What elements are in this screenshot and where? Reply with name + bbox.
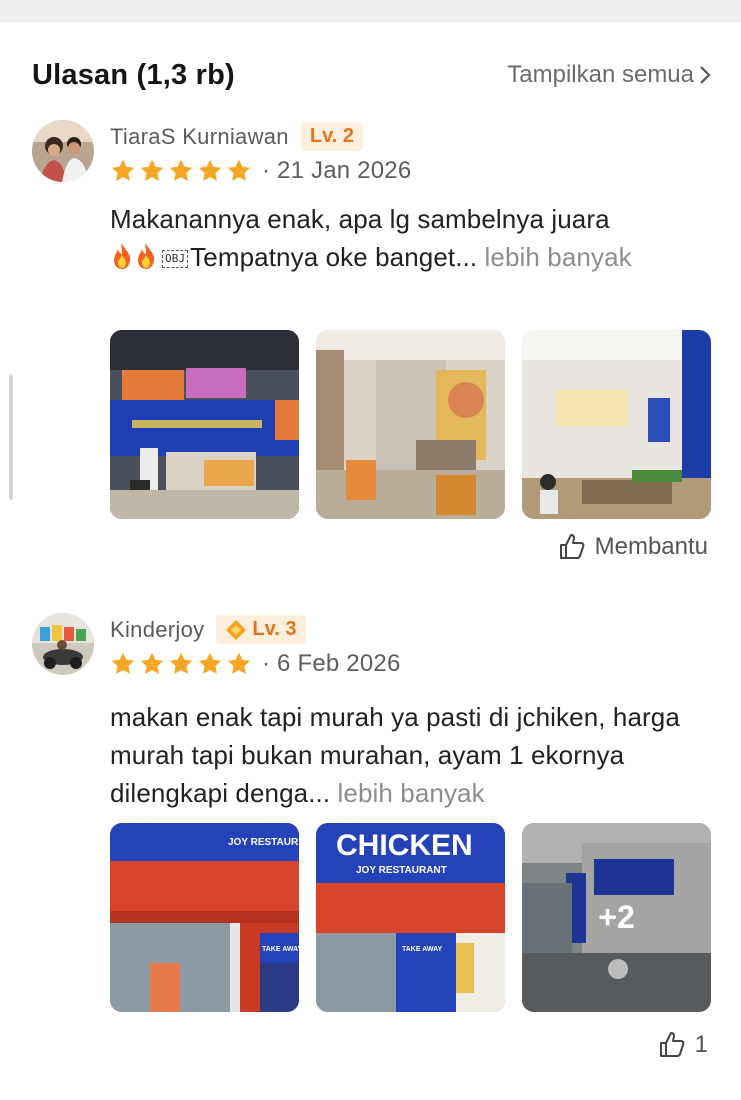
level-label: Lv. 2: [309, 125, 354, 147]
photo-sign-text: TAKE AWAY: [402, 946, 443, 953]
helpful-label: Membantu: [594, 533, 708, 560]
review-card: Kinderjoy Lv. 3 · 6 Feb 2026 makan enak …: [32, 613, 712, 1073]
review-photos: [110, 330, 711, 519]
star-icon: [198, 652, 222, 674]
fire-icon: [138, 243, 155, 269]
review-date: · 21 Jan 2026: [262, 157, 412, 184]
star-rating: [110, 651, 252, 677]
user-name[interactable]: TiaraS Kurniawan: [110, 124, 289, 150]
star-rating: [110, 158, 252, 184]
review-card: TiaraS Kurniawan Lv. 2 · 21 Jan 2026 Mak…: [32, 120, 712, 580]
review-photos: JOY RESTAURANT TAKE AWAY CHICKEN JOY RES…: [110, 823, 711, 1012]
level-badge: Lv. 2: [300, 122, 363, 151]
star-icon: [227, 159, 251, 181]
reviews-header: Ulasan (1,3 rb) Tampilkan semua: [32, 50, 712, 100]
user-name[interactable]: Kinderjoy: [110, 617, 204, 643]
see-all-button[interactable]: Tampilkan semua: [507, 61, 712, 89]
review-text: Makanannya enak, apa lg sambelnya juara …: [110, 200, 716, 276]
photo-sign-text: JOY RESTAURANT: [228, 837, 299, 848]
photo-sign-text: TAKE AWAY: [262, 946, 299, 953]
see-all-label: Tampilkan semua: [507, 61, 694, 88]
star-icon: [140, 159, 164, 181]
helpful-button[interactable]: 1: [657, 1030, 708, 1060]
star-icon: [169, 159, 193, 181]
star-icon: [198, 159, 222, 181]
review-date: · 6 Feb 2026: [262, 650, 401, 677]
helpful-count: 1: [694, 1031, 708, 1058]
avatar[interactable]: [32, 120, 94, 182]
star-icon: [111, 159, 135, 181]
review-text-part: Tempatnya oke banget...: [190, 242, 478, 272]
diamond-icon: [226, 619, 247, 640]
read-more-link[interactable]: lebih banyak: [338, 778, 485, 808]
review-photo[interactable]: +2: [522, 823, 711, 1012]
review-photo[interactable]: [522, 330, 711, 519]
review-text-part: Makanannya enak, apa lg sambelnya juara: [110, 204, 610, 234]
review-text: makan enak tapi murah ya pasti di jchike…: [110, 698, 716, 812]
star-icon: [111, 652, 135, 674]
review-photo[interactable]: [316, 330, 505, 519]
review-photo[interactable]: JOY RESTAURANT TAKE AWAY: [110, 823, 299, 1012]
object-replacement-char: OBJ: [162, 250, 189, 268]
reviews-title: Ulasan (1,3 rb): [32, 58, 235, 91]
review-user-row: Kinderjoy Lv. 3: [110, 615, 306, 644]
review-user-row: TiaraS Kurniawan Lv. 2: [110, 122, 363, 151]
more-photos-overlay[interactable]: +2: [522, 823, 711, 1012]
fire-icon: [114, 243, 131, 269]
review-photo[interactable]: CHICKEN JOY RESTAURANT TAKE AWAY: [316, 823, 505, 1012]
scroll-indicator[interactable]: [9, 375, 13, 500]
star-icon: [227, 652, 251, 674]
read-more-link[interactable]: lebih banyak: [485, 242, 632, 272]
level-badge: Lv. 3: [216, 615, 306, 644]
photo-sign-text: JOY RESTAURANT: [356, 865, 447, 876]
star-icon: [169, 652, 193, 674]
photo-sign-text: CHICKEN: [336, 829, 473, 862]
thumbs-up-icon: [659, 1032, 685, 1057]
review-photo[interactable]: [110, 330, 299, 519]
level-label: Lv. 3: [252, 618, 297, 640]
rating-row: · 6 Feb 2026: [110, 650, 401, 678]
top-strip: [0, 0, 741, 22]
thumbs-up-icon: [559, 534, 584, 559]
chevron-right-icon: [700, 66, 711, 84]
helpful-button[interactable]: Membantu: [557, 532, 708, 562]
star-icon: [140, 652, 164, 674]
avatar[interactable]: [32, 613, 94, 675]
rating-row: · 21 Jan 2026: [110, 157, 411, 185]
